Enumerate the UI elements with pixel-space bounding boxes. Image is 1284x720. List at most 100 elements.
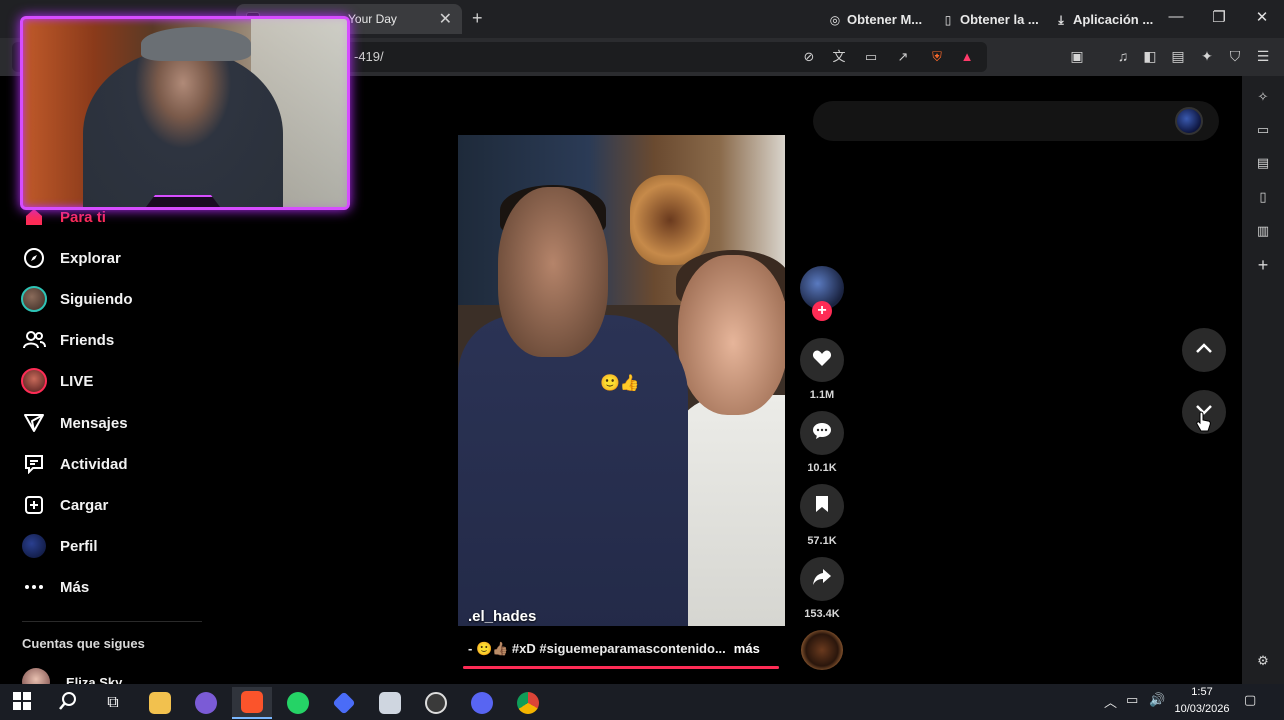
chevron-up-icon[interactable]: ︿ — [1104, 692, 1117, 711]
chat-app-icon — [195, 692, 217, 714]
nav-label: Perfil — [60, 537, 98, 555]
close-window-button[interactable]: ✕ — [1252, 8, 1272, 26]
live-avatar — [20, 368, 48, 394]
volume-icon[interactable]: 🔊 — [1149, 692, 1165, 708]
nav-label: Para ti — [60, 208, 106, 226]
video-progress-bar[interactable] — [463, 666, 779, 669]
follow-button[interactable]: + — [812, 301, 832, 321]
add-sidebar-icon[interactable]: + — [1254, 256, 1272, 274]
pill-label: Aplicación ... — [1073, 12, 1154, 27]
sidebar-toggle-icon[interactable]: ◧ — [1140, 46, 1160, 66]
nav-friends[interactable]: Friends — [20, 325, 114, 355]
bookmarks-sidebar-icon[interactable]: ▯ — [1254, 188, 1272, 206]
user-avatar[interactable] — [1175, 107, 1203, 135]
caption-text: - 🙂👍🏽 #xD #siguemeparamascontenido... — [468, 641, 726, 656]
url-text: -419/ — [354, 49, 384, 64]
start-button[interactable] — [2, 687, 42, 719]
get-coins-button[interactable]: ◎ Obtener M... — [828, 12, 922, 27]
nav-actividad[interactable]: Actividad — [20, 449, 128, 479]
get-app-button[interactable]: ▯ Obtener la ... — [941, 12, 1039, 27]
caption-more-link[interactable]: más — [734, 641, 760, 656]
taskbar-obs[interactable] — [416, 687, 456, 719]
taskbar-app-purple[interactable] — [186, 687, 226, 719]
brave-shield-icon[interactable]: ⛨ — [928, 48, 946, 66]
nav-mensajes[interactable]: Mensajes — [20, 408, 128, 438]
following-avatar — [20, 286, 48, 312]
chrome-icon — [517, 692, 539, 714]
music-icon[interactable]: ♫ — [1113, 46, 1133, 66]
taskbar-file-explorer[interactable] — [140, 687, 180, 719]
wallet-sidebar-icon[interactable]: ▤ — [1254, 154, 1272, 172]
divider — [22, 621, 202, 622]
taskbar-app-diamond[interactable] — [324, 687, 364, 719]
tab-search-icon[interactable]: ▣ — [1067, 46, 1087, 66]
nav-label: Cargar — [60, 496, 109, 514]
more-icon — [20, 575, 48, 599]
webcam-overlay — [20, 16, 350, 210]
comment-button[interactable] — [800, 411, 844, 455]
new-tab-button[interactable]: + — [472, 8, 483, 29]
download-app-button[interactable]: ⤓ Aplicación ... — [1054, 12, 1153, 27]
minimize-button[interactable]: — — [1166, 8, 1186, 25]
nav-siguiendo[interactable]: Siguiendo — [20, 284, 133, 314]
video-caption: - 🙂👍🏽 #xD #siguemeparamascontenido... más — [468, 641, 760, 657]
leo-ai-icon[interactable]: ✦ — [1197, 46, 1217, 66]
diamond-app-icon — [332, 691, 356, 715]
nav-label: Actividad — [60, 455, 128, 473]
comment-count: 10.1K — [807, 462, 837, 474]
search-icon — [58, 691, 78, 716]
share-button[interactable] — [800, 557, 844, 601]
media-sidebar-icon[interactable]: ▭ — [1254, 121, 1272, 139]
download-icon: ⤓ — [1058, 12, 1064, 27]
discord-icon — [471, 692, 493, 714]
browser-side-panel: ✧ ▭ ▤ ▯ ▥ + ⚙ — [1242, 76, 1284, 684]
nav-perfil[interactable]: Perfil — [20, 531, 98, 561]
nav-mas[interactable]: Más — [20, 572, 89, 602]
no-cast-icon[interactable]: ⊘ — [800, 48, 818, 66]
activity-icon — [20, 452, 48, 476]
phone-icon: ▯ — [944, 12, 952, 27]
sidebar-settings-icon[interactable]: ⚙ — [1254, 652, 1272, 670]
app-window-icon — [379, 692, 401, 714]
coin-icon: ◎ — [829, 12, 841, 27]
translate-icon[interactable]: 文 — [830, 48, 848, 66]
like-button[interactable] — [800, 338, 844, 382]
wallet-icon[interactable]: ▤ — [1168, 46, 1188, 66]
save-button[interactable] — [800, 484, 844, 528]
pill-label: Obtener M... — [847, 12, 923, 27]
tab-close-icon[interactable]: ✕ — [439, 9, 452, 29]
nav-live[interactable]: LIVE — [20, 366, 93, 396]
network-icon[interactable]: ▭ — [1126, 692, 1138, 708]
music-disc-icon[interactable] — [801, 630, 843, 670]
notification-icon[interactable]: ▢ — [1244, 692, 1256, 708]
video-player[interactable]: 🙂👍 .el_hades — [458, 135, 785, 626]
menu-icon[interactable]: ☰ — [1253, 46, 1273, 66]
upload-icon — [20, 493, 48, 517]
taskbar-whatsapp[interactable] — [278, 687, 318, 719]
get-app-bar — [813, 101, 1219, 141]
brave-rewards-icon[interactable]: ▲ — [958, 48, 976, 66]
clock-date[interactable]: 10/03/2026 — [1170, 703, 1234, 715]
share-arrow-icon — [812, 568, 832, 591]
taskbar-discord[interactable] — [462, 687, 502, 719]
cast-icon[interactable]: ▭ — [862, 48, 880, 66]
nav-explorar[interactable]: Explorar — [20, 243, 121, 273]
maximize-button[interactable]: ❐ — [1209, 8, 1229, 26]
taskbar-chrome[interactable] — [508, 687, 548, 719]
taskbar-app-window[interactable] — [370, 687, 410, 719]
previous-video-button[interactable] — [1182, 328, 1226, 372]
reading-list-icon[interactable]: ▥ — [1254, 222, 1272, 240]
nav-label: Siguiendo — [60, 290, 133, 308]
share-icon[interactable]: ↗ — [894, 48, 912, 66]
search-button[interactable] — [48, 687, 88, 719]
vpn-shield-icon[interactable]: ⛉ — [1225, 46, 1245, 66]
taskbar-brave[interactable] — [232, 687, 272, 719]
leo-sidebar-icon[interactable]: ✧ — [1254, 88, 1272, 106]
task-view-icon: ⧉ — [107, 694, 119, 711]
task-view-button[interactable]: ⧉ — [93, 687, 133, 719]
following-header: Cuentas que sigues — [22, 636, 145, 651]
clock-time[interactable]: 1:57 — [1174, 686, 1230, 698]
nav-cargar[interactable]: Cargar — [20, 490, 108, 520]
tab-title: Your Day — [348, 12, 397, 26]
video-username[interactable]: .el_hades — [468, 608, 536, 625]
